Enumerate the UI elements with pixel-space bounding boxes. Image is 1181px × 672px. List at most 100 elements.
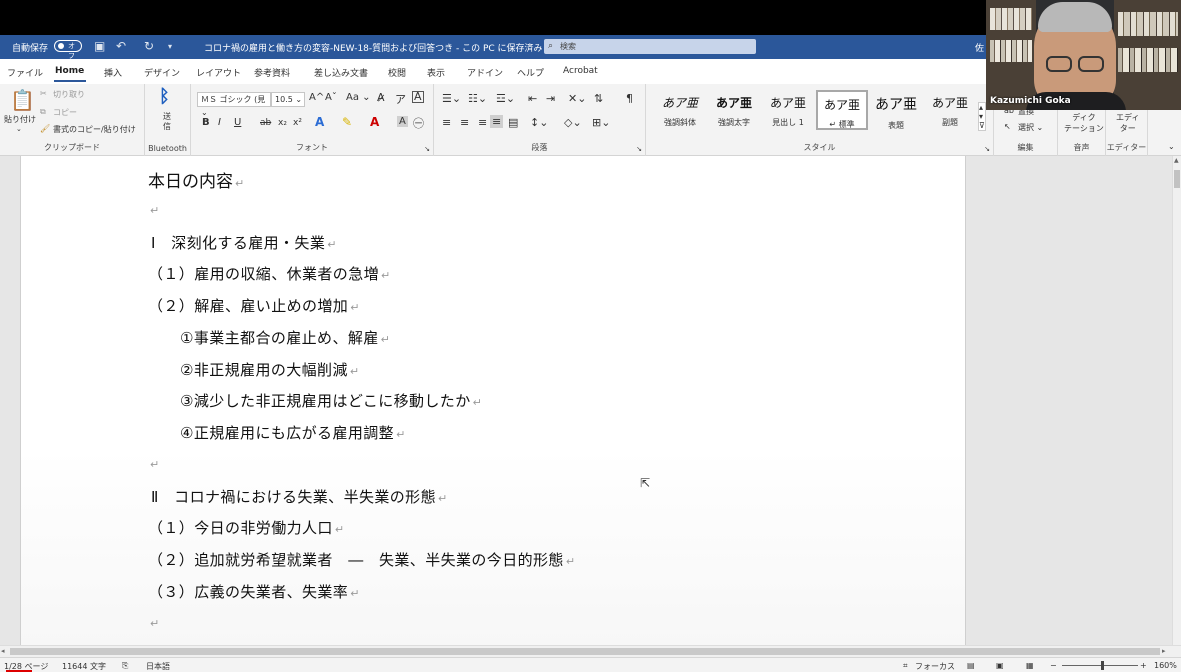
focus-button[interactable]: フォーカス <box>915 661 955 672</box>
tab-addins[interactable]: アドイン <box>467 66 503 79</box>
save-icon[interactable]: ▣ <box>94 39 105 53</box>
paragraph-mark: ↵ <box>565 555 576 568</box>
align-center-icon[interactable]: ≡ <box>460 116 469 129</box>
bluetooth-group: ᛒ 送信 Bluetooth <box>145 84 191 156</box>
tab-layout[interactable]: レイアウト <box>196 66 241 79</box>
bold-button[interactable]: B <box>202 117 210 128</box>
borders-icon[interactable]: ⊞⌄ <box>592 116 610 129</box>
paste-dropdown-icon[interactable]: ⌄ <box>16 125 22 133</box>
zoom-slider[interactable] <box>1062 665 1138 666</box>
char-shading-icon[interactable]: A <box>397 116 408 127</box>
styles-scroll-icon[interactable]: ▴ ▾ ⊽ <box>978 102 986 131</box>
document-page[interactable]: 本日の内容 ↵ ↵ Ⅰ 深刻化する雇用・失業 ↵ （１）雇用の収縮、休業者の急増 ↵ … <box>20 156 966 645</box>
zoom-slider-handle[interactable] <box>1101 661 1104 670</box>
user-initial[interactable]: 佐 <box>975 41 984 54</box>
autosave-toggle[interactable]: オフ <box>54 40 82 60</box>
vertical-scroll-thumb[interactable] <box>1174 170 1180 188</box>
align-right-icon[interactable]: ≡ <box>478 116 487 129</box>
style-heading-1[interactable]: あア亜 見出し 1 <box>762 90 814 130</box>
zoom-in-button[interactable]: + <box>1140 661 1147 670</box>
font-size-select[interactable]: 10.5 ⌄ <box>271 92 305 107</box>
style-strong[interactable]: あア亜 強調太字 <box>708 90 760 130</box>
numbering-icon[interactable]: ☷⌄ <box>468 92 487 105</box>
redo-icon[interactable]: ↻ <box>144 39 154 53</box>
read-mode-icon[interactable]: ▤ <box>967 661 975 670</box>
style-subtitle[interactable]: あア亜 副題 <box>924 90 976 130</box>
collapse-ribbon-icon[interactable]: ⌄ <box>1168 142 1175 151</box>
strikethrough-button[interactable]: ab <box>260 118 271 128</box>
distributed-icon[interactable]: ▤ <box>508 116 518 129</box>
tab-mailings[interactable]: 差し込み文書 <box>314 66 368 79</box>
tab-references[interactable]: 参考資料 <box>254 66 290 79</box>
increase-indent-icon[interactable]: ⇥ <box>546 92 555 105</box>
tab-view[interactable]: 表示 <box>427 66 445 79</box>
clear-format-icon[interactable]: A̷ <box>377 91 385 104</box>
tab-design[interactable]: デザイン <box>144 66 180 79</box>
char-border-icon[interactable]: A <box>412 91 424 103</box>
text-effects-icon[interactable]: A <box>315 115 324 129</box>
tab-help[interactable]: ヘルプ <box>517 66 544 79</box>
paste-button[interactable]: 貼り付け <box>4 114 36 125</box>
underline-button[interactable]: U <box>234 117 241 128</box>
align-left-icon[interactable]: ≡ <box>442 116 451 129</box>
print-layout-icon[interactable]: ▣ <box>996 661 1004 670</box>
multilevel-list-icon[interactable]: ☲⌄ <box>496 92 515 105</box>
shading-icon[interactable]: ◇⌄ <box>564 116 582 129</box>
cut-icon: ✂ <box>40 89 47 98</box>
bluetooth-icon[interactable]: ᛒ <box>159 86 170 107</box>
enclose-char-icon[interactable]: ㊀ <box>413 115 424 131</box>
asian-layout-icon[interactable]: ✕⌄ <box>568 92 586 105</box>
proofing-icon[interactable]: ⎘ <box>122 661 128 671</box>
highlight-icon[interactable]: ✎ <box>342 115 352 129</box>
grow-font-button[interactable]: A^ <box>309 92 324 103</box>
line-spacing-icon[interactable]: ↕⌄ <box>530 116 548 129</box>
styles-dialog-launcher-icon[interactable]: ↘ <box>984 145 990 153</box>
shrink-font-button[interactable]: Aˇ <box>325 92 337 103</box>
cut-button[interactable]: 切り取り <box>53 89 85 100</box>
scroll-right-icon[interactable]: ▸ <box>1162 647 1166 655</box>
dictate-button[interactable]: ディク テーション <box>1064 112 1104 134</box>
editor-button[interactable]: エディ ター <box>1116 112 1139 134</box>
style-title[interactable]: あア亜 表題 <box>870 90 922 130</box>
horizontal-scroll-thumb[interactable] <box>10 648 1160 655</box>
zoom-out-button[interactable]: − <box>1050 661 1057 670</box>
vertical-scrollbar[interactable]: ▲ <box>1172 156 1181 645</box>
italic-button[interactable]: I <box>218 117 221 128</box>
search-box[interactable]: ⌕ 検索 <box>544 39 756 54</box>
font-color-icon[interactable]: A <box>370 115 379 129</box>
select-button[interactable]: 選択 ⌄ <box>1018 122 1043 133</box>
phonetic-guide-icon[interactable]: ア <box>395 91 406 107</box>
undo-icon[interactable]: ↶ <box>116 39 126 53</box>
tab-acrobat[interactable]: Acrobat <box>563 66 598 76</box>
subscript-button[interactable]: x₂ <box>278 118 287 128</box>
style-emphasis[interactable]: あア亜 強調斜体 <box>654 90 706 130</box>
horizontal-scrollbar[interactable]: ◂ ▸ <box>0 645 1181 657</box>
superscript-button[interactable]: x² <box>293 118 302 128</box>
format-painter-button[interactable]: 書式のコピー/貼り付け <box>53 124 136 135</box>
copy-button[interactable]: コピー <box>53 107 77 118</box>
change-case-button[interactable]: Aa ⌄ <box>346 92 371 103</box>
scroll-up-icon[interactable]: ▲ <box>1174 157 1179 164</box>
decrease-indent-icon[interactable]: ⇤ <box>528 92 537 105</box>
font-name-select[interactable]: ＭＳ ゴシック (見 ⌄ <box>197 92 271 117</box>
language-indicator[interactable]: 日本語 <box>146 661 170 672</box>
style-normal[interactable]: あア亜 ↵ 標準 <box>816 90 868 130</box>
font-dialog-launcher-icon[interactable]: ↘ <box>424 145 430 153</box>
tab-insert[interactable]: 挿入 <box>104 66 122 79</box>
tab-review[interactable]: 校閲 <box>388 66 406 79</box>
sort-icon[interactable]: ⇅ <box>594 92 603 105</box>
bluetooth-send-button[interactable]: 送信 <box>163 112 173 132</box>
tab-file[interactable]: ファイル <box>7 66 43 79</box>
web-layout-icon[interactable]: ▦ <box>1026 661 1034 670</box>
justify-icon[interactable]: ≡ <box>490 115 504 128</box>
scroll-left-icon[interactable]: ◂ <box>1 647 5 655</box>
customize-qat-icon[interactable]: ▾ <box>168 42 172 51</box>
paragraph-dialog-launcher-icon[interactable]: ↘ <box>636 145 642 153</box>
bullets-icon[interactable]: ☰⌄ <box>442 92 461 105</box>
tab-home[interactable]: Home <box>55 66 84 76</box>
show-marks-icon[interactable]: ¶ <box>626 92 633 105</box>
zoom-level[interactable]: 160% <box>1154 661 1177 670</box>
paste-icon[interactable]: 📋 <box>10 88 35 112</box>
styles-group-label: スタイル <box>803 143 836 152</box>
word-count[interactable]: 11644 文字 <box>62 661 106 672</box>
